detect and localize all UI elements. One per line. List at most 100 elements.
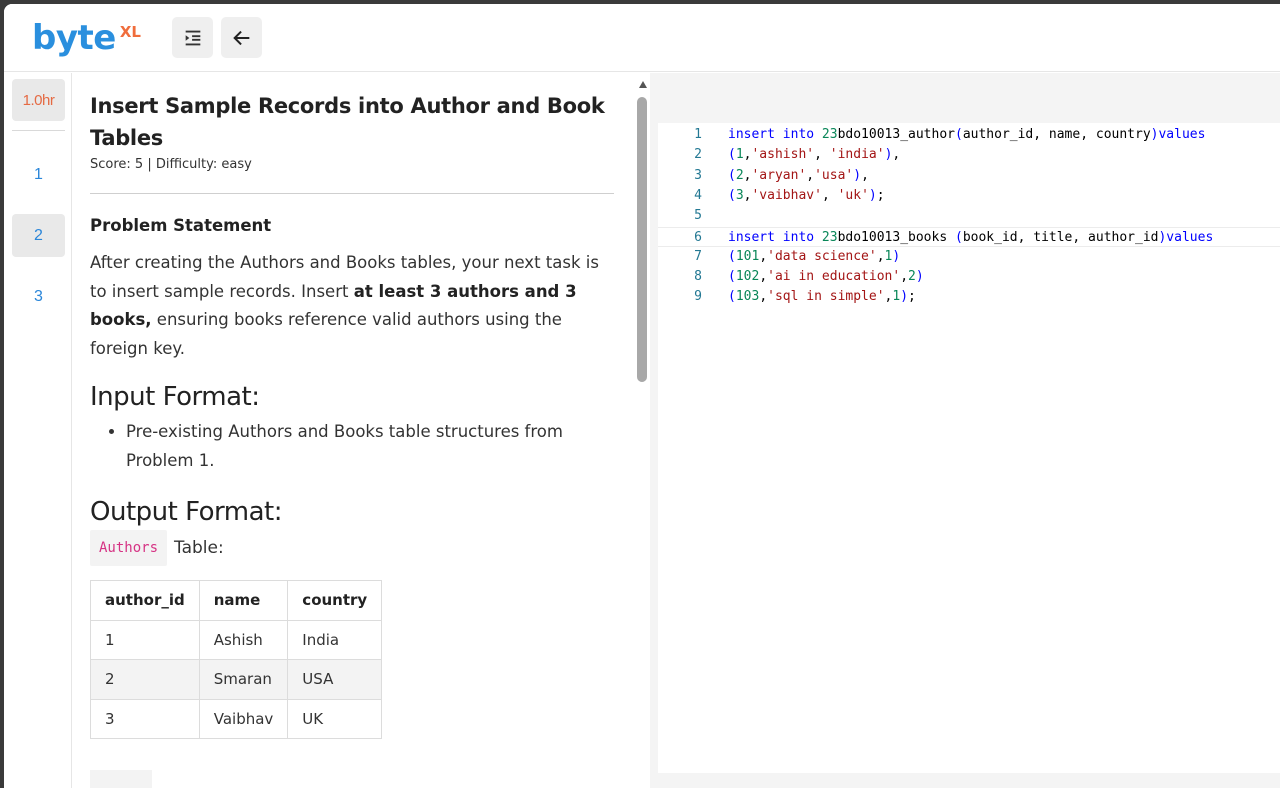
code-line[interactable]: 7 (101,'data science',1) (658, 247, 1280, 267)
table-caption-suffix: Table: (174, 538, 224, 558)
line-number: 3 (694, 167, 702, 183)
line-number: 7 (694, 248, 702, 264)
code-token: , (759, 248, 768, 264)
authors-code-chip: Authors (90, 530, 168, 566)
column-header: name (198, 580, 289, 621)
code-line[interactable]: 1 insert into 23bdo10013_author(author_id… (658, 125, 1280, 145)
code-text: (3,'vaibhav', 'uk'); (728, 186, 885, 206)
table-cell: Smaran (198, 659, 289, 700)
code-line[interactable]: 4 (3,'vaibhav', 'uk'); (658, 186, 1280, 206)
top-header: byte XL (4, 4, 1280, 72)
code-token: 'ai in education' (767, 269, 901, 285)
code-token: 102 (735, 269, 760, 285)
code-token: 'sql in simple' (767, 289, 885, 305)
code-token: bdo10013_books (837, 229, 955, 245)
code-token: , (892, 147, 901, 163)
timer-badge: 1.0hr (12, 79, 65, 121)
code-token: 23 (821, 229, 838, 245)
code-token: 'india' (829, 147, 885, 163)
table-cell: UK (287, 698, 383, 739)
code-token: 'usa' (814, 167, 854, 183)
code-token: , (759, 289, 768, 305)
code-line[interactable]: 3 (2,'aryan','usa'), (658, 166, 1280, 186)
app-window: byte XL 1.0hr 1 2 3 Insert Sample Record… (4, 4, 1280, 788)
code-token: , (814, 147, 830, 163)
arrow-left-icon (232, 30, 249, 45)
code-line[interactable]: 9 (103,'sql in simple',1); (658, 287, 1280, 307)
scroll-up-arrow-icon[interactable] (639, 81, 647, 88)
scrollbar-thumb[interactable] (637, 97, 647, 382)
code-token: insert into (728, 229, 822, 245)
code-line[interactable]: 8 (102,'ai in education',2) (658, 267, 1280, 287)
editor-panel: 1 insert into 23bdo10013_author(author_id… (650, 73, 1280, 788)
table-row: 3 Vaibhav UK (90, 698, 383, 739)
table-cell: India (287, 619, 383, 660)
code-line[interactable]: 5 (658, 206, 1280, 226)
problem-scrollbar[interactable] (636, 73, 650, 788)
code-text: insert into 23bdo10013_books (book_id, t… (728, 228, 1213, 248)
statement-heading: Problem Statement (90, 216, 272, 235)
indent-menu-icon (185, 30, 200, 45)
input-format-list: Pre-existing Authors and Books table str… (90, 418, 614, 475)
code-token: ) (892, 248, 901, 264)
code-token: , (876, 248, 885, 264)
line-number: 1 (694, 127, 702, 142)
code-token: 'data science' (767, 248, 877, 264)
code-token: , (759, 269, 768, 285)
code-token: author_id, name, country (962, 127, 1151, 142)
question-nav-3[interactable]: 3 (12, 275, 65, 318)
code-token: 2 (908, 269, 916, 285)
logo-superscript: XL (119, 23, 141, 41)
code-text: (1,'ashish', 'india'), (728, 145, 900, 165)
code-line[interactable]: 2 (1,'ashish', 'india'), (658, 145, 1280, 165)
table-cell: 1 (90, 619, 200, 660)
code-text: (103,'sql in simple',1); (728, 287, 916, 307)
divider (90, 193, 614, 194)
code-text: (102,'ai in education',2) (728, 267, 924, 287)
code-token: , (861, 167, 869, 183)
statement-text-end: ensuring books reference valid authors u… (90, 310, 562, 358)
line-number: 8 (694, 269, 702, 285)
list-item: Pre-existing Authors and Books table str… (126, 418, 614, 475)
question-rail: 1.0hr 1 2 3 (4, 73, 72, 788)
question-nav-1[interactable]: 1 (12, 153, 65, 196)
code-token: ; (908, 289, 916, 305)
bytexl-logo[interactable]: byte XL (32, 18, 141, 58)
table-cell: Vaibhav (198, 698, 289, 739)
code-editor[interactable]: 1 insert into 23bdo10013_author(author_id… (658, 123, 1280, 773)
question-nav-2[interactable]: 2 (12, 214, 65, 257)
back-button[interactable] (221, 17, 262, 58)
problem-panel: Insert Sample Records into Author and Bo… (73, 73, 636, 788)
line-number: 4 (694, 187, 702, 203)
code-token: )values (1150, 127, 1206, 142)
toggle-sidebar-button[interactable] (172, 17, 213, 58)
code-token: 'ashish' (751, 147, 815, 163)
table-cell: Ashish (198, 619, 289, 660)
code-text: insert into 23bdo10013_author(author_id,… (728, 125, 1205, 145)
problem-meta: Score: 5 | Difficulty: easy (90, 157, 252, 172)
code-token: ) (853, 167, 862, 183)
logo-wordmark: byte (32, 18, 116, 58)
code-token: bdo10013_author (837, 127, 955, 142)
code-token: 23 (821, 127, 838, 142)
code-token: 101 (735, 248, 760, 264)
code-token: 'vaibhav' (751, 187, 822, 203)
problem-title: Insert Sample Records into Author and Bo… (90, 94, 605, 150)
code-token: ( (728, 167, 736, 183)
books-code-chip-partial (90, 770, 152, 788)
line-number: 5 (694, 208, 702, 224)
code-token: 'aryan' (751, 167, 807, 183)
code-token: 103 (735, 289, 760, 305)
code-line[interactable]: 6 insert into 23bdo10013_books (book_id, … (658, 226, 1280, 248)
code-token: ( (728, 187, 736, 203)
code-token: book_id, title, author_id (962, 229, 1159, 245)
line-number: 6 (694, 229, 702, 245)
code-token: ( (954, 229, 963, 245)
line-number: 2 (694, 147, 702, 163)
table-row: 2 Smaran USA (90, 659, 383, 700)
code-token: )values (1158, 229, 1214, 245)
code-text: (101,'data science',1) (728, 247, 900, 267)
code-token: ) (915, 269, 924, 285)
table-cell: 2 (90, 659, 200, 700)
table-row: 1 Ashish India (90, 619, 383, 660)
